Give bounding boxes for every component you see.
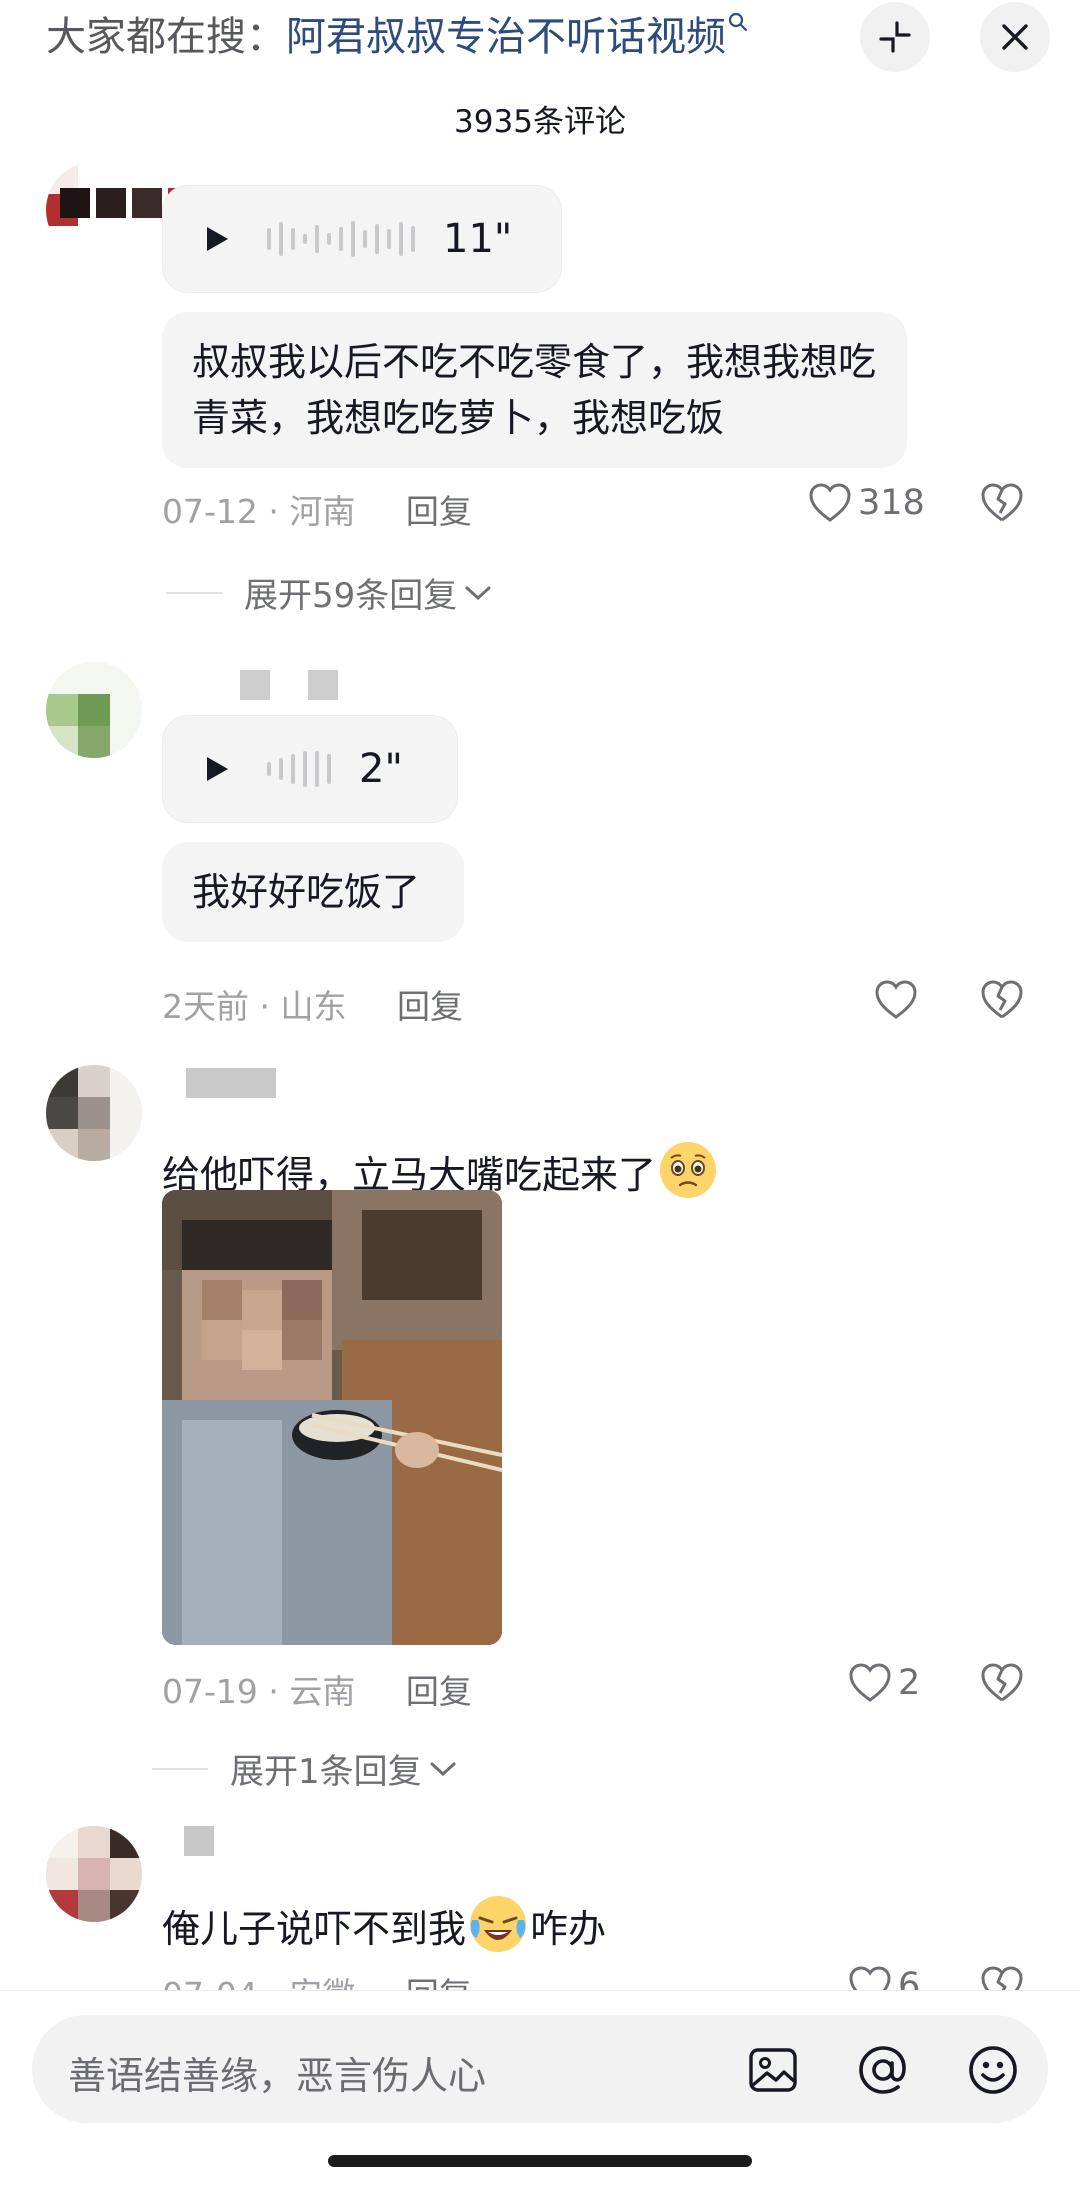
heart-icon [809,483,851,522]
username[interactable] [240,670,338,702]
meta-separator: · [268,1975,279,1990]
mention-icon[interactable] [856,2043,910,2097]
username[interactable] [186,1068,276,1100]
broken-heart-icon[interactable] [980,1966,1024,1990]
avatar[interactable] [46,1826,142,1922]
comment-date: 07-19 [162,1672,258,1711]
comment-input-placeholder: 善语结善缘，恶言伤人心 [68,2054,487,2098]
comment-text: 俺儿子说吓不到我 咋办 [162,1892,606,1957]
comment-date: 07-12 [162,492,258,531]
comment-item: 11" 叔叔我以后不吃不吃零食了，我想我想吃青菜，我想吃吃萝卜，我想吃饭 07-… [0,150,1080,620]
voice-waveform [267,751,331,787]
comment-text: 叔叔我以后不吃不吃零食了，我想我想吃青菜，我想吃吃萝卜，我想吃饭 [162,312,907,468]
like-count: 318 [858,483,925,523]
comment-count: 3935条评论 [454,104,626,140]
chevron-down-icon [430,1762,456,1776]
comment-location: 山东 [280,987,347,1026]
expand-replies-label: 展开59条回复 [244,576,458,616]
broken-heart-icon[interactable] [980,1663,1024,1703]
meta-separator: · [268,492,279,531]
like-button[interactable] [874,980,924,1020]
voice-waveform [267,221,415,257]
top-bar: 大家都在搜：阿君叔叔专治不听话视频 3935条评论 [0,0,1080,150]
heart-icon [849,1966,891,1990]
broken-heart-icon[interactable] [980,980,1024,1020]
comment-location: 河南 [289,492,356,531]
voice-duration: 11" [443,216,513,262]
comment-meta: 07-12 · 河南 回复 [162,485,472,533]
expand-replies-button[interactable]: 展开1条回复 [152,1744,458,1793]
laughing-crying-emoji [470,1896,527,1952]
voice-message[interactable]: 2" [162,715,458,823]
comment-input-bar: 善语结善缘，恶言伤人心 [0,1990,1080,2190]
avatar[interactable] [46,1065,142,1161]
heart-icon [849,1663,891,1702]
comment-date: 2天前 [162,987,249,1026]
comment-date: 07-04 [162,1975,258,1990]
expand-replies-button[interactable]: 展开59条回复 [166,568,493,617]
divider [166,591,222,594]
meta-separator: · [268,1672,279,1711]
close-button[interactable] [980,2,1050,72]
comment-text-before: 俺儿子说吓不到我 [162,1907,467,1951]
comment-input[interactable]: 善语结善缘，恶言伤人心 [32,2015,1048,2123]
image-icon[interactable] [746,2043,800,2097]
like-button[interactable]: 318 [808,483,925,523]
comment-text-after: 咋办 [530,1907,607,1951]
comment-meta: 2天前 · 山东 回复 [162,980,463,1028]
comment-item: 2" 我好好吃饭了 2天前 · 山东 回复 [0,640,1080,1030]
avatar[interactable] [46,662,142,758]
collapse-icon [879,21,911,53]
broken-heart-icon[interactable] [980,483,1024,523]
voice-duration: 2" [359,746,403,792]
comment-panel: 大家都在搜：阿君叔叔专治不听话视频 3935条评论 11" 叔叔我以后不吃不吃零… [0,0,1080,2190]
comment-item: 给他吓得，立马大嘴吃起来了 07-19 · 云南 回复 2 展开1条回复 [0,1030,1080,1810]
hot-search-term[interactable]: 阿君叔叔专治不听话视频 [286,14,726,60]
like-count: 2 [898,1663,921,1703]
reply-button[interactable]: 回复 [406,1672,472,1711]
photo-child-eating [162,1190,502,1645]
emoji-icon[interactable] [966,2043,1020,2097]
comment-photo[interactable] [162,1190,502,1645]
hot-search-prefix: 大家都在搜： [46,14,286,60]
chevron-down-icon [465,586,491,600]
close-icon [1002,24,1028,50]
voice-message[interactable]: 11" [162,185,562,293]
reply-button[interactable]: 回复 [406,492,472,531]
reply-button[interactable]: 回复 [406,1975,472,1990]
reply-button[interactable]: 回复 [397,987,463,1026]
comment-text: 我好好吃饭了 [162,842,464,942]
like-count: 6 [898,1966,921,1990]
username[interactable] [184,1826,214,1858]
comment-location: 云南 [289,1672,356,1711]
pleading-face-emoji [660,1142,717,1198]
heart-icon [875,980,917,1019]
collapse-button[interactable] [860,2,930,72]
comment-meta: 07-04 · 安徽 回复 [162,1968,472,1990]
play-icon[interactable] [199,222,233,256]
like-button[interactable]: 6 [848,1966,920,1990]
meta-separator: · [259,987,271,1026]
search-icon [728,12,748,32]
hot-search-suggestion[interactable]: 大家都在搜：阿君叔叔专治不听话视频 [46,12,748,61]
comment-item: 俺儿子说吓不到我 咋办 07-04 · 安徽 回复 6 [0,1810,1080,1990]
home-indicator[interactable] [328,2155,752,2167]
divider [152,1767,208,1770]
comment-meta: 07-19 · 云南 回复 [162,1665,472,1713]
play-icon[interactable] [199,752,233,786]
comment-location: 安徽 [289,1975,355,1990]
like-button[interactable]: 2 [848,1663,920,1703]
expand-replies-label: 展开1条回复 [230,1752,422,1792]
